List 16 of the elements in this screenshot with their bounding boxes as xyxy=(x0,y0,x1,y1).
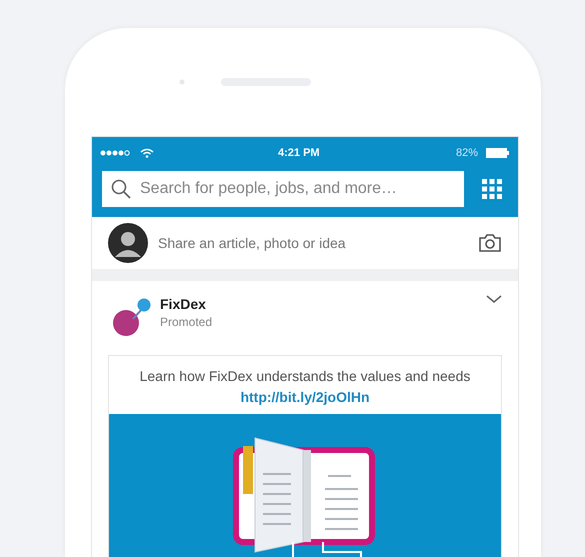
apps-grid-icon[interactable] xyxy=(482,179,502,199)
promoted-label: Promoted xyxy=(160,314,212,330)
chevron-down-icon[interactable] xyxy=(486,295,502,304)
camera-dot-icon xyxy=(179,79,185,85)
signal-icon xyxy=(100,150,132,156)
post-text: Learn how FixDex understands the values and needs xyxy=(140,368,470,384)
camera-icon[interactable] xyxy=(478,233,502,253)
post-link[interactable]: http://bit.ly/2joOlHn xyxy=(240,389,370,405)
author-name[interactable]: FixDex xyxy=(160,295,212,314)
avatar-icon xyxy=(108,223,148,263)
battery-icon xyxy=(486,148,510,158)
search-icon xyxy=(111,179,131,199)
wifi-icon xyxy=(140,148,154,158)
search-field[interactable]: Search for people, jobs, and more… xyxy=(102,171,464,207)
status-time: 4:21 PM xyxy=(278,146,320,161)
battery-percent: 82% xyxy=(456,146,478,161)
